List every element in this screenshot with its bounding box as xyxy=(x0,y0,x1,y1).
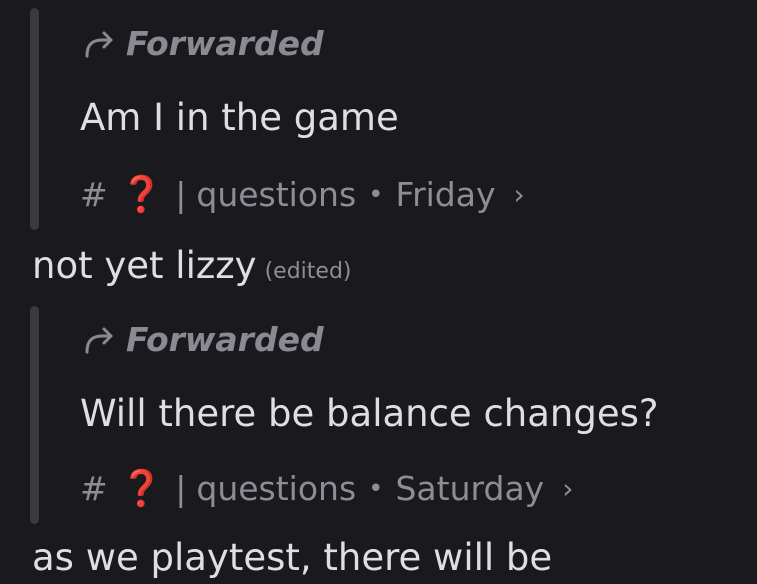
reply-text: not yet lizzy xyxy=(32,244,257,287)
forwarded-label: Forwarded xyxy=(126,320,324,359)
channel-name: questions xyxy=(196,469,357,508)
reply-message: not yet lizzy (edited) xyxy=(32,244,352,287)
chat-log: Forwarded Am I in the game # ❓ | questio… xyxy=(0,0,757,584)
channel-hash: # xyxy=(80,469,108,508)
chevron-right-icon[interactable]: › xyxy=(514,178,525,211)
channel-name: questions xyxy=(196,175,357,214)
reply-text: as we playtest, there will be xyxy=(32,536,553,579)
forwarded-header: Forwarded xyxy=(82,24,324,63)
forwarded-text: Will there be balance changes? xyxy=(80,392,659,435)
meta-separator: • xyxy=(368,473,384,504)
chevron-right-icon[interactable]: › xyxy=(562,472,573,505)
question-emoji-icon: ❓ xyxy=(119,175,164,215)
quote-bar xyxy=(30,306,39,524)
message-day: Friday xyxy=(395,175,496,214)
message-day: Saturday xyxy=(395,469,545,508)
meta-separator: • xyxy=(368,179,384,210)
quote-bar xyxy=(30,8,39,230)
channel-hash: # xyxy=(80,175,108,214)
reply-message: as we playtest, there will be xyxy=(32,536,552,579)
forwarded-header: Forwarded xyxy=(82,320,324,359)
forwarded-text: Am I in the game xyxy=(80,96,399,139)
channel-link[interactable]: # ❓ | questions • Friday › xyxy=(80,174,525,215)
question-emoji-icon: ❓ xyxy=(119,469,164,509)
channel-divider: | xyxy=(175,175,187,214)
forwarded-message[interactable]: Forwarded Will there be balance changes?… xyxy=(30,300,730,525)
edited-label: (edited) xyxy=(264,259,352,284)
channel-divider: | xyxy=(175,469,187,508)
forward-arrow-icon xyxy=(82,325,116,355)
forwarded-message[interactable]: Forwarded Am I in the game # ❓ | questio… xyxy=(30,0,730,230)
channel-link[interactable]: # ❓ | questions • Saturday › xyxy=(80,468,573,509)
forwarded-label: Forwarded xyxy=(126,24,324,63)
forward-arrow-icon xyxy=(82,29,116,59)
